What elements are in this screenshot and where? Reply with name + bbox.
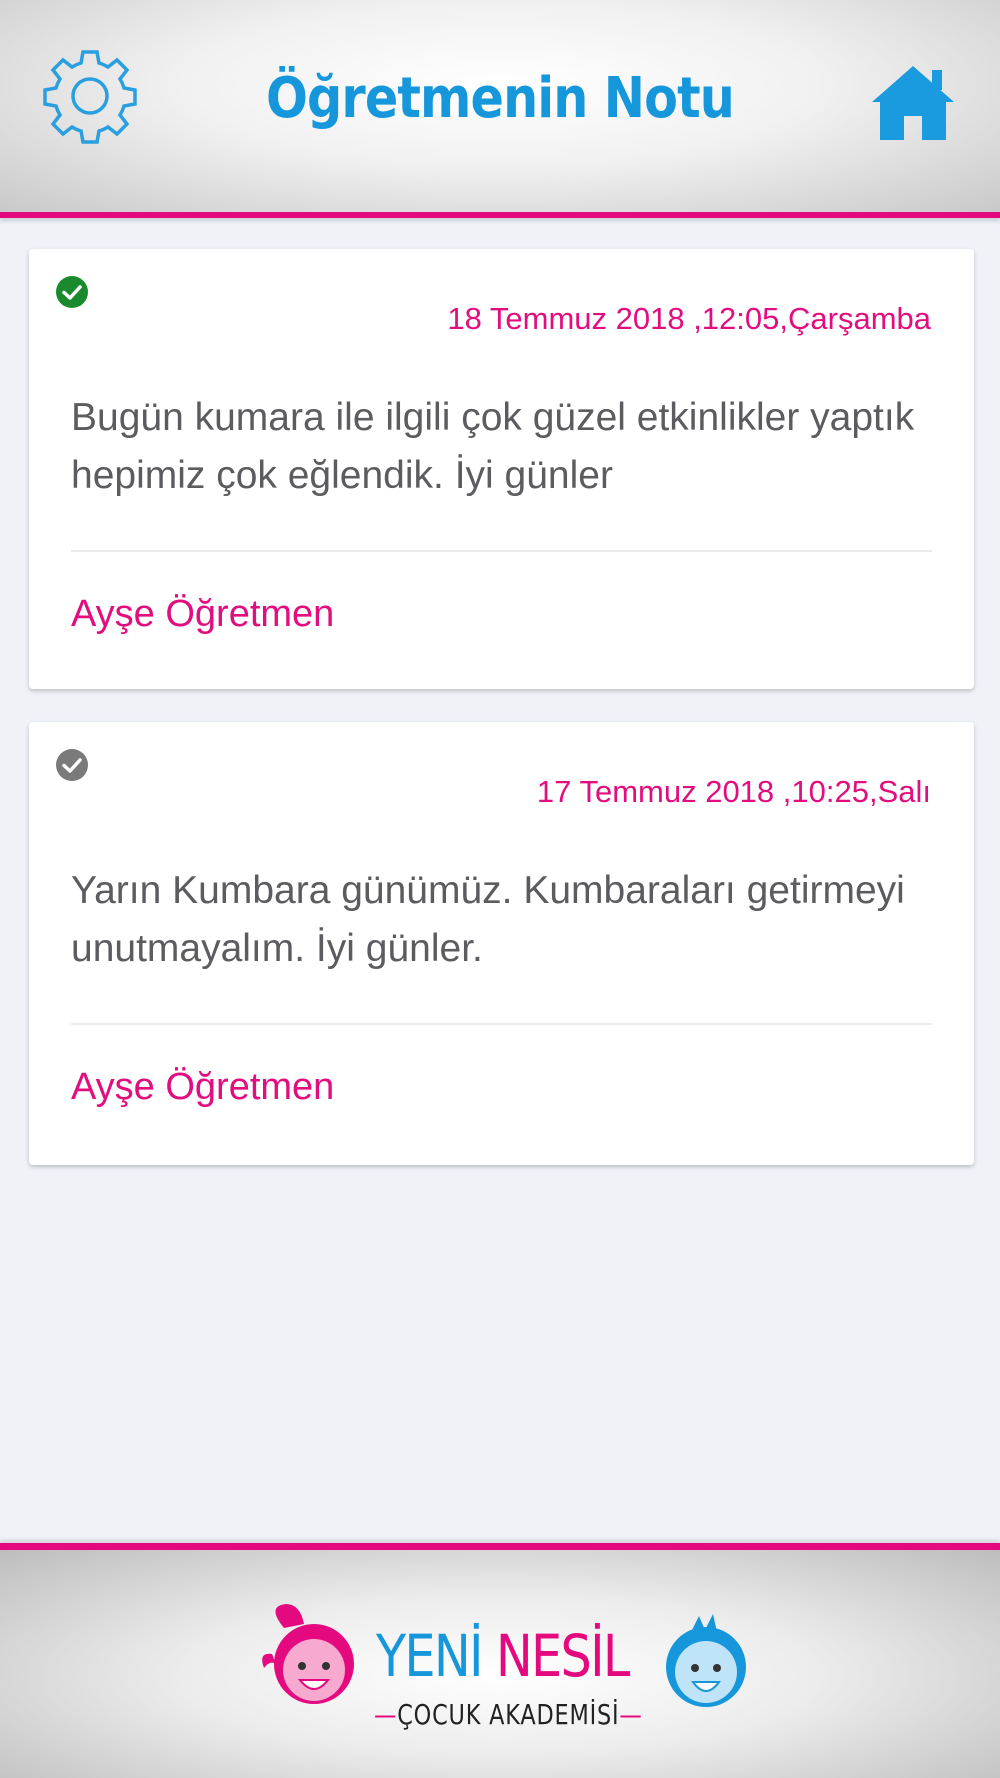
note-date: 17 Temmuz 2018 ,10:25,Salı <box>536 774 931 809</box>
app-header: Öğretmenin Notu <box>0 0 1000 218</box>
app-footer: YENİ NESİL —ÇOCUK AKADEMİSİ— <box>0 1543 1000 1778</box>
note-card[interactable]: 18 Temmuz 2018 ,12:05,Çarşamba Bugün kum… <box>29 249 974 689</box>
note-teacher: Ayşe Öğretmen <box>71 593 335 635</box>
divider <box>71 550 932 552</box>
divider <box>71 1023 932 1025</box>
logo-word-nesil: NESİL <box>495 1622 631 1690</box>
brand-logo: YENİ NESİL —ÇOCUK AKADEMİSİ— <box>256 1598 746 1758</box>
boy-face-icon <box>666 1614 746 1707</box>
note-card[interactable]: 17 Temmuz 2018 ,10:25,Salı Yarın Kumbara… <box>29 722 974 1165</box>
check-circle-icon <box>56 276 88 308</box>
note-date: 18 Temmuz 2018 ,12:05,Çarşamba <box>447 301 931 336</box>
note-message: Bugün kumara ile ilgili çok güzel etkinl… <box>71 396 915 497</box>
girl-face-icon <box>262 1604 354 1704</box>
home-icon[interactable] <box>870 62 956 142</box>
logo-word-yeni: YENİ <box>376 1622 484 1690</box>
logo-title: YENİ NESİL <box>376 1622 631 1690</box>
note-message: Yarın Kumbara günümüz. Kumbaraları getir… <box>71 869 905 970</box>
logo-subtitle-text: ÇOCUK AKADEMİSİ <box>397 1698 620 1731</box>
check-circle-icon <box>56 749 88 781</box>
page-title: Öğretmenin Notu <box>266 66 735 131</box>
logo-subtitle: —ÇOCUK AKADEMİSİ— <box>374 1698 643 1731</box>
note-teacher: Ayşe Öğretmen <box>71 1066 335 1108</box>
